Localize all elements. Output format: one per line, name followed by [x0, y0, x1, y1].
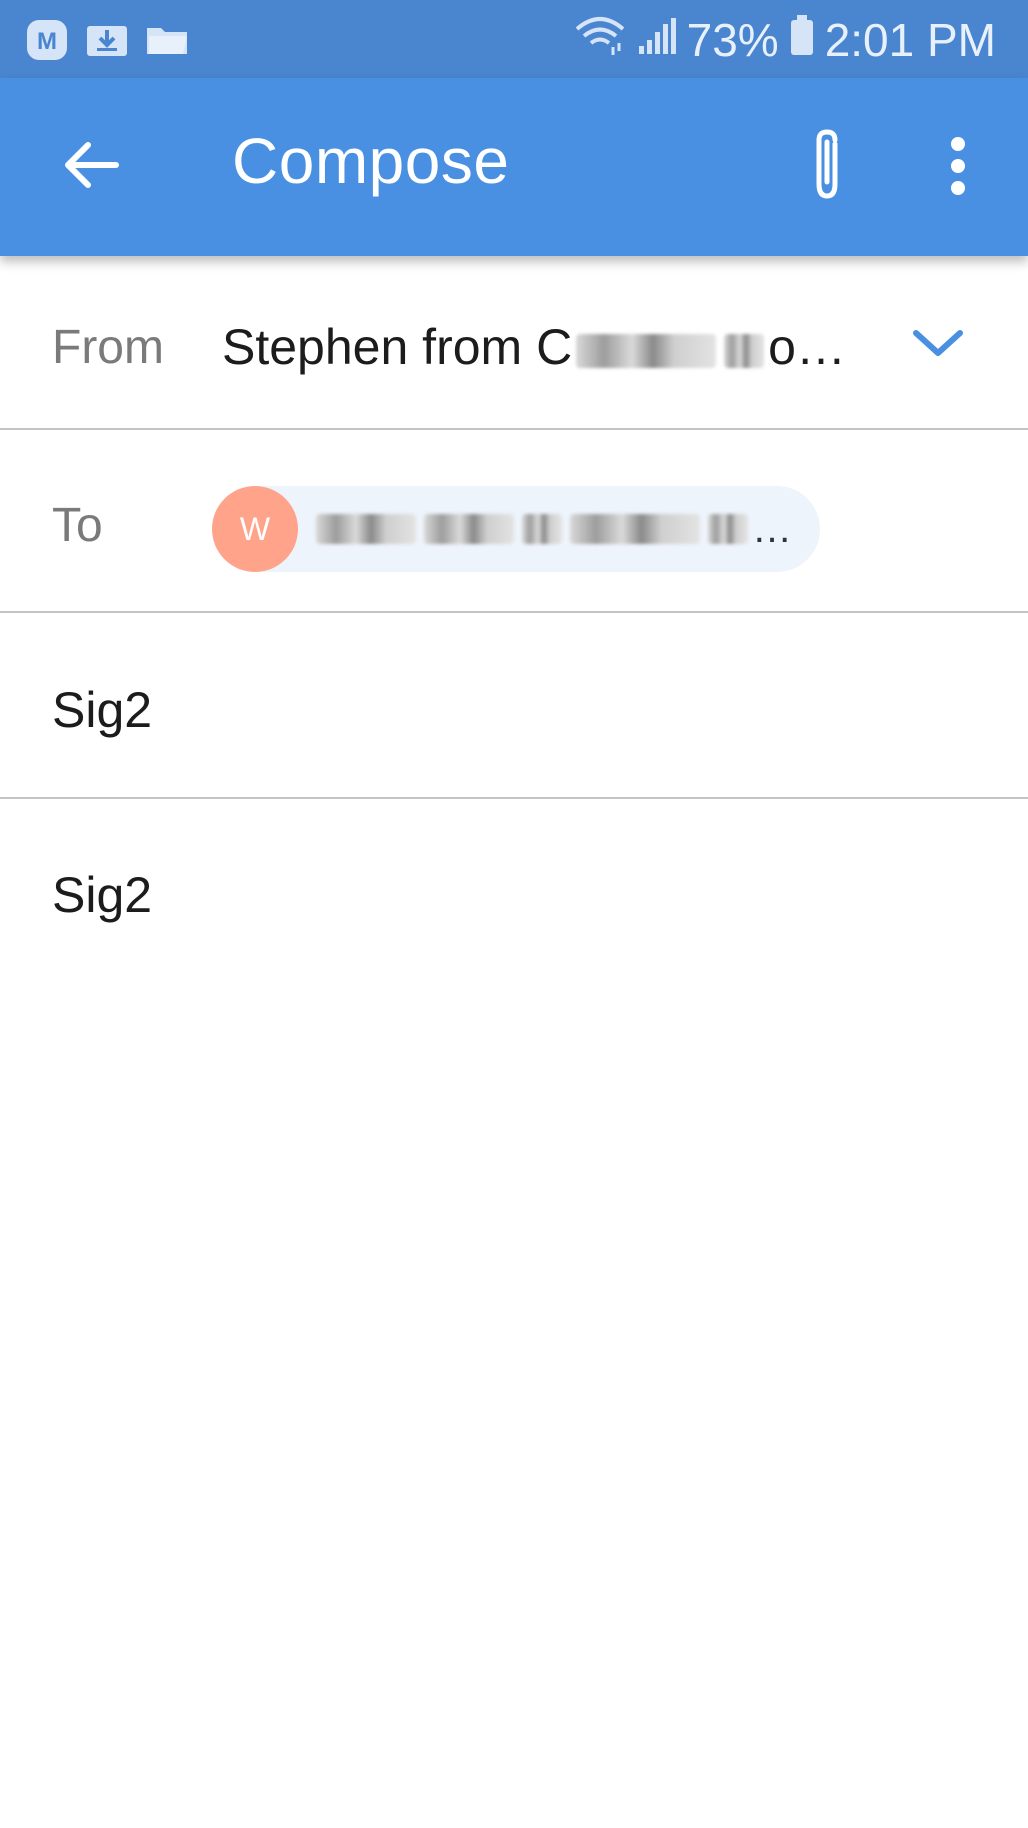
from-value-tail: o… — [768, 319, 842, 375]
redacted-text — [570, 514, 700, 544]
arrow-left-icon — [60, 140, 120, 195]
battery-percent: 73% — [686, 14, 779, 66]
to-row: To W … — [0, 430, 1028, 613]
redacted-text — [424, 514, 514, 544]
svg-text:M: M — [37, 28, 57, 55]
message-body[interactable]: Sig2 — [52, 866, 152, 924]
subject-row[interactable]: Sig2 — [0, 613, 1028, 799]
from-label: From — [52, 321, 164, 374]
chevron-down-icon — [912, 327, 964, 364]
battery-icon — [789, 13, 815, 68]
redacted-text — [724, 333, 765, 368]
attach-button[interactable] — [792, 120, 862, 214]
page-title: Compose — [232, 125, 510, 197]
to-label: To — [52, 499, 103, 552]
folder-icon — [144, 18, 190, 62]
status-left-icons: M — [24, 18, 190, 62]
download-icon — [84, 18, 130, 62]
wifi-icon — [573, 13, 627, 68]
paperclip-icon — [805, 126, 849, 209]
from-dropdown-button[interactable] — [908, 320, 968, 370]
redacted-text — [576, 333, 717, 368]
redacted-text — [708, 514, 748, 544]
more-options-button[interactable] — [930, 130, 986, 206]
avatar: W — [212, 486, 298, 572]
more-vert-icon — [948, 136, 968, 201]
recipient-chip[interactable]: W … — [212, 486, 820, 572]
recipient-address: … — [312, 508, 792, 550]
redacted-text — [316, 514, 416, 544]
m-app-icon: M — [24, 18, 70, 62]
from-row: From Stephen from C o… — [0, 256, 1028, 430]
status-right: 73% 2:01 PM — [573, 10, 996, 70]
subject-field[interactable]: Sig2 — [52, 681, 152, 739]
redacted-text — [522, 514, 562, 544]
from-account-field[interactable]: Stephen from C o… — [222, 318, 842, 376]
recipient-tail: … — [752, 508, 792, 550]
back-button[interactable] — [50, 132, 130, 202]
app-bar: Compose — [0, 78, 1028, 256]
from-value-text: Stephen from C — [222, 319, 573, 375]
clock: 2:01 PM — [824, 14, 996, 66]
status-bar: M 73% 2:01 PM — [0, 0, 1028, 78]
signal-icon — [637, 13, 677, 67]
